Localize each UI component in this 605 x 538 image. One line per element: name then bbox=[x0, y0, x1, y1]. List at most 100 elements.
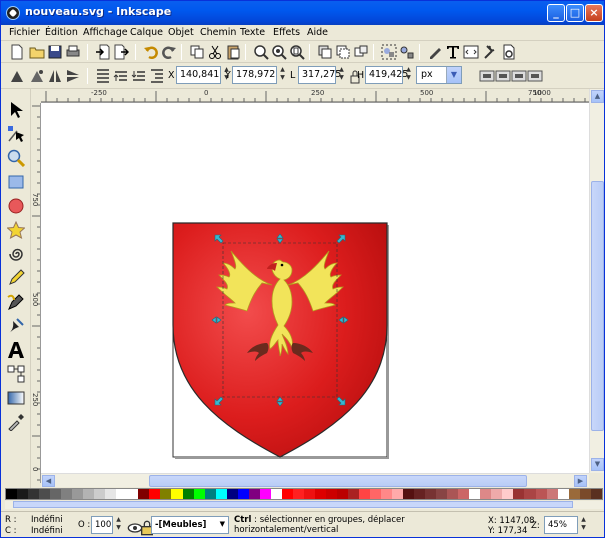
zoom-page-icon[interactable] bbox=[289, 44, 305, 60]
palette-swatch[interactable] bbox=[546, 489, 558, 499]
palette-swatch[interactable] bbox=[61, 489, 73, 499]
scroll-up-icon[interactable]: ▲ bbox=[591, 90, 604, 103]
palette-swatch[interactable] bbox=[325, 489, 337, 499]
palette-swatch[interactable] bbox=[447, 489, 459, 499]
scroll-left-icon[interactable]: ◀ bbox=[42, 475, 55, 487]
palette-swatch[interactable] bbox=[149, 489, 161, 499]
palette-swatch[interactable] bbox=[381, 489, 393, 499]
palette-swatch[interactable] bbox=[480, 489, 492, 499]
selector-icon[interactable] bbox=[7, 101, 23, 118]
palette-swatch[interactable] bbox=[127, 489, 139, 499]
raise-to-top-icon[interactable] bbox=[95, 68, 111, 84]
vertical-scroll-thumb[interactable] bbox=[591, 181, 604, 431]
height-spin[interactable]: ▲ ▼ bbox=[404, 66, 413, 84]
palette-swatch[interactable] bbox=[436, 489, 448, 499]
palette-swatch[interactable] bbox=[359, 489, 371, 499]
palette-swatch[interactable] bbox=[193, 489, 205, 499]
palette-swatch[interactable] bbox=[524, 489, 536, 499]
palette-swatch[interactable] bbox=[204, 489, 216, 499]
palette-swatch[interactable] bbox=[568, 489, 580, 499]
palette-swatch[interactable] bbox=[6, 489, 18, 499]
palette-scrollbar[interactable] bbox=[5, 501, 603, 509]
layer-select[interactable]: -[Meubles] ▼ bbox=[151, 516, 229, 534]
palette-swatch[interactable] bbox=[215, 489, 227, 499]
opacity-spin[interactable]: ▲ ▼ bbox=[114, 516, 123, 534]
palette-swatch[interactable] bbox=[469, 489, 481, 499]
fill-stroke-icon[interactable] bbox=[427, 44, 443, 60]
menu-aide[interactable]: Aide bbox=[307, 27, 328, 38]
horizontal-scroll-thumb[interactable] bbox=[149, 475, 527, 487]
zoom-spin[interactable]: ▲ ▼ bbox=[579, 516, 588, 534]
scroll-right-icon[interactable]: ▶ bbox=[574, 475, 587, 487]
horizontal-scrollbar[interactable]: ◀ ▶ bbox=[41, 473, 589, 487]
palette-swatch[interactable] bbox=[347, 489, 359, 499]
zoom-field[interactable]: 45% bbox=[544, 516, 578, 534]
redo-icon[interactable] bbox=[161, 44, 177, 60]
import-icon[interactable] bbox=[95, 44, 111, 60]
palette-swatch[interactable] bbox=[270, 489, 282, 499]
text-tool-icon[interactable] bbox=[7, 341, 24, 358]
maximize-button[interactable]: □ bbox=[566, 4, 584, 22]
palette-swatch[interactable] bbox=[392, 489, 404, 499]
palette-swatch[interactable] bbox=[50, 489, 62, 499]
lock-ratio-icon[interactable] bbox=[347, 69, 360, 85]
open-icon[interactable] bbox=[29, 44, 45, 60]
palette-swatch[interactable] bbox=[303, 489, 315, 499]
menu-texte[interactable]: Texte bbox=[240, 27, 265, 38]
stroke-value[interactable]: Indéfini bbox=[31, 526, 63, 536]
palette-swatch[interactable] bbox=[491, 489, 503, 499]
palette-swatch[interactable] bbox=[458, 489, 470, 499]
palette-swatch[interactable] bbox=[138, 489, 150, 499]
palette-swatch[interactable] bbox=[513, 489, 525, 499]
palette-swatch[interactable] bbox=[314, 489, 326, 499]
palette-swatch[interactable] bbox=[557, 489, 569, 499]
text-font-icon[interactable] bbox=[445, 44, 461, 60]
palette-swatch[interactable] bbox=[72, 489, 84, 499]
zoom-tool-icon[interactable] bbox=[7, 149, 25, 167]
duplicate-icon[interactable] bbox=[317, 44, 333, 60]
clone-icon[interactable] bbox=[335, 44, 351, 60]
lower-icon[interactable] bbox=[131, 68, 147, 84]
group-icon[interactable] bbox=[381, 44, 397, 60]
copy-icon[interactable] bbox=[189, 44, 205, 60]
palette-swatch[interactable] bbox=[237, 489, 249, 499]
vertical-ruler[interactable]: 750 500 250 0 bbox=[31, 103, 41, 483]
palette-swatch[interactable] bbox=[590, 489, 602, 499]
fill-value[interactable]: Indéfini bbox=[31, 515, 63, 525]
new-document-icon[interactable] bbox=[9, 44, 25, 60]
palette-swatch[interactable] bbox=[259, 489, 271, 499]
palette-swatch[interactable] bbox=[502, 489, 514, 499]
menu-effets[interactable]: Effets bbox=[273, 27, 300, 38]
scroll-down-icon[interactable]: ▼ bbox=[591, 458, 604, 471]
minimize-button[interactable]: _ bbox=[547, 4, 565, 22]
connector-tool-icon[interactable] bbox=[7, 365, 25, 383]
layer-lock-icon[interactable] bbox=[139, 520, 153, 536]
palette-swatch[interactable] bbox=[182, 489, 194, 499]
scale-corners-icon[interactable] bbox=[495, 68, 511, 84]
palette-swatch[interactable] bbox=[83, 489, 95, 499]
node-editor-icon[interactable] bbox=[7, 125, 24, 142]
export-icon[interactable] bbox=[113, 44, 129, 60]
scale-stroke-icon[interactable] bbox=[479, 68, 495, 84]
palette-swatch[interactable] bbox=[292, 489, 304, 499]
flip-horizontal-icon[interactable] bbox=[47, 68, 63, 84]
width-field[interactable]: 317,275 bbox=[298, 66, 341, 84]
menu-edition[interactable]: Édition bbox=[45, 27, 78, 38]
transform-patterns-icon[interactable] bbox=[527, 68, 543, 84]
palette-swatch[interactable] bbox=[370, 489, 382, 499]
palette-swatch[interactable] bbox=[17, 489, 29, 499]
unlink-clone-icon[interactable] bbox=[353, 44, 369, 60]
palette-swatch[interactable] bbox=[94, 489, 106, 499]
opacity-field[interactable]: 100 bbox=[91, 516, 113, 534]
transform-gradients-icon[interactable] bbox=[511, 68, 527, 84]
palette-scroll-thumb[interactable] bbox=[13, 501, 573, 508]
print-icon[interactable] bbox=[65, 44, 81, 60]
dropper-tool-icon[interactable] bbox=[7, 413, 24, 431]
width-spin[interactable]: ▲ ▼ bbox=[337, 66, 346, 84]
ungroup-icon[interactable] bbox=[399, 44, 415, 60]
height-field[interactable]: 419,425 bbox=[365, 66, 408, 84]
pen-tool-icon[interactable] bbox=[7, 293, 24, 310]
flip-vertical-icon[interactable] bbox=[65, 68, 81, 84]
color-palette[interactable] bbox=[5, 488, 603, 500]
rectangle-tool-icon[interactable] bbox=[7, 173, 24, 189]
